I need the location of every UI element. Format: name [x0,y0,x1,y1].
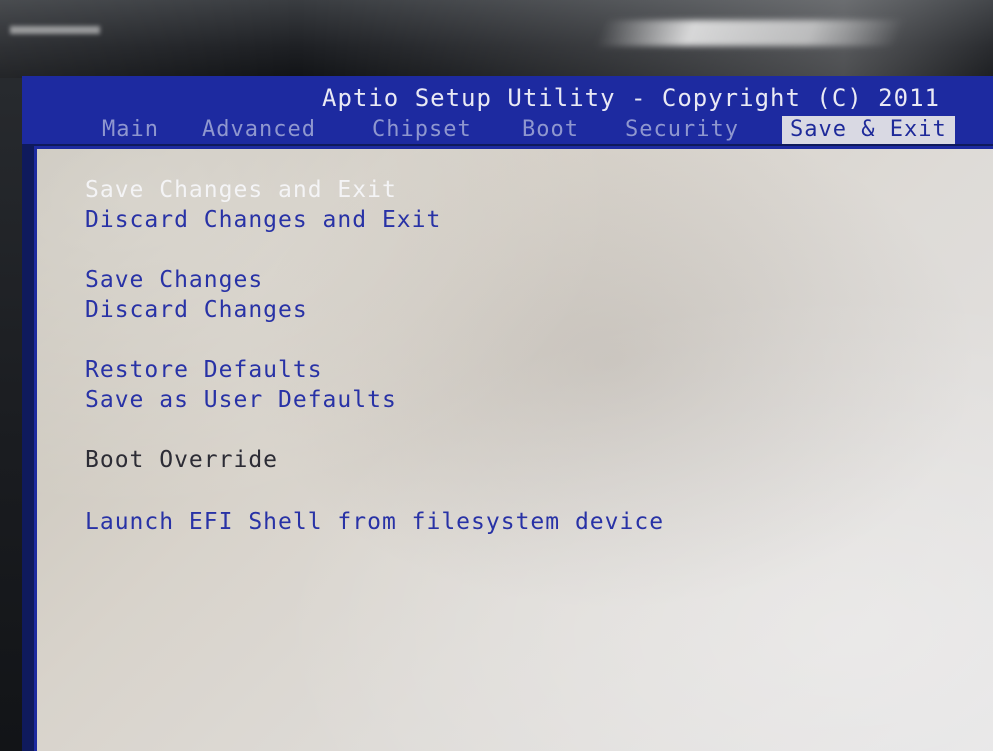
light-glare [595,20,905,46]
tab-advanced[interactable]: Advanced [202,116,316,144]
save-changes-and-exit-item[interactable]: Save Changes and Exit [85,177,397,203]
light-glare-small [10,26,100,34]
bios-screen: Aptio Setup Utility - Copyright (C) 2011… [22,76,993,751]
restore-defaults-item[interactable]: Restore Defaults [85,357,323,383]
tab-save-and-exit[interactable]: Save & Exit [782,116,955,144]
tab-bar: Main Advanced Chipset Boot Security Save… [22,116,993,144]
menu-panel: Save Changes and Exit Discard Changes an… [34,146,993,751]
launch-efi-shell-item[interactable]: Launch EFI Shell from filesystem device [85,509,664,535]
discard-changes-item[interactable]: Discard Changes [85,297,308,323]
save-changes-item[interactable]: Save Changes [85,267,263,293]
tab-chipset[interactable]: Chipset [372,116,472,144]
boot-override-heading: Boot Override [85,447,279,473]
setup-title: Aptio Setup Utility - Copyright (C) 2011 [322,84,940,112]
tab-boot[interactable]: Boot [522,116,579,144]
tab-security[interactable]: Security [625,116,739,144]
save-as-user-defaults-item[interactable]: Save as User Defaults [85,387,397,413]
tab-main[interactable]: Main [102,116,159,144]
discard-changes-and-exit-item[interactable]: Discard Changes and Exit [85,207,441,233]
title-bar: Aptio Setup Utility - Copyright (C) 2011 [22,76,993,116]
photo-frame: Aptio Setup Utility - Copyright (C) 2011… [0,0,993,751]
